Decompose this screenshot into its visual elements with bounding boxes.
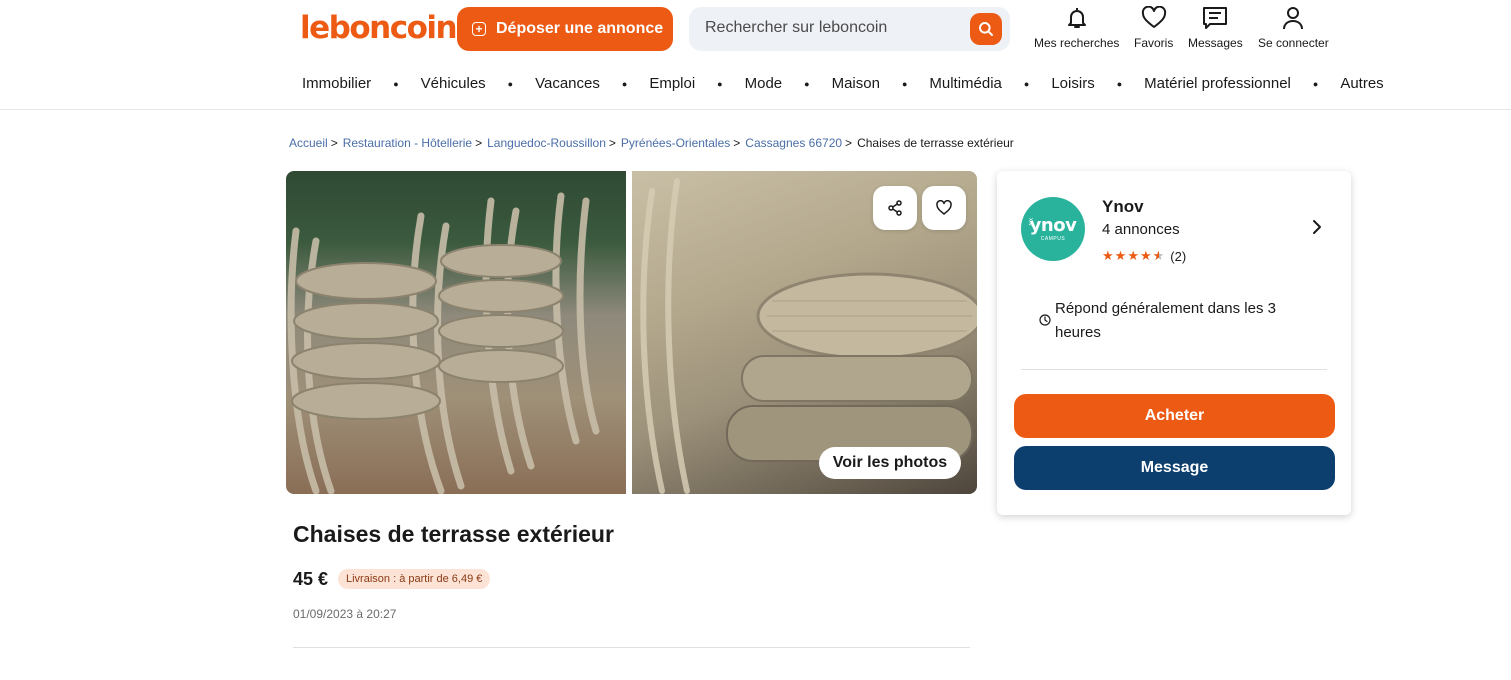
breadcrumb-separator: > [733,136,741,150]
breadcrumb-item[interactable]: Pyrénées-Orientales [621,136,730,150]
leboncoin-logo[interactable]: leboncoin [300,10,458,46]
nav-separator: ● [804,78,810,89]
listing-price: 45 € [293,569,329,589]
nav-separator: ● [507,78,514,89]
plus-icon: + [472,22,486,36]
half-star-icon: ★ [1152,248,1165,263]
favorites-button[interactable]: Favoris [1134,6,1173,50]
avatar-top-text: AIX [1029,217,1036,227]
breadcrumb-item[interactable]: Languedoc-Roussillon [487,136,606,150]
breadcrumb: Accueil > Restauration - Hôtellerie > Lang… [289,136,1014,150]
nav-item-mode[interactable]: Mode [745,75,783,92]
star-icon: ★ [1102,248,1114,263]
nav-item-loisirs[interactable]: Loisirs [1051,75,1094,92]
share-button[interactable] [873,186,917,230]
favorites-label: Favoris [1134,36,1174,50]
search-button[interactable] [970,13,1002,45]
nav-item-multimedia[interactable]: Multimédia [929,75,1002,92]
seller-name[interactable]: Ynov [1102,197,1144,217]
seller-ad-count: 4 annonces [1102,221,1180,238]
star-icon: ★ [1114,248,1127,263]
nav-separator: ● [901,78,908,89]
rating-count: (2) [1170,248,1187,264]
nav-separator: ● [1116,78,1123,89]
search-bar [689,7,1010,51]
deposit-ad-button[interactable]: + Déposer une annonce [457,7,673,51]
response-time-text: Répond généralement dans les 3 heures [1055,300,1276,341]
nav-separator: ● [621,78,628,89]
heart-icon [936,200,952,215]
breadcrumb-separator: > [475,136,483,150]
delivery-badge: Livraison : à partir de 6,49 € [338,569,491,589]
breadcrumb-item[interactable]: Accueil [289,136,328,150]
message-button[interactable]: Message [1014,446,1335,490]
nav-item-immobilier[interactable]: Immobilier [302,75,371,92]
user-icon [1283,7,1304,30]
breadcrumb-item[interactable]: Cassagnes 66720 [745,136,842,150]
search-icon [979,22,993,36]
stacked-chairs-photo [287,192,600,494]
star-icon: ★ [1127,248,1139,263]
nav-item-vehicules[interactable]: Véhicules [421,75,486,92]
saved-searches-button[interactable]: Mes recherches [1034,6,1119,50]
heart-icon [1141,6,1166,28]
nav-separator: ● [717,78,723,89]
listing-title: Chaises de terrasse extérieur [293,521,614,547]
nav-item-emploi[interactable]: Emploi [649,75,695,92]
clock-icon [1039,314,1051,326]
header: leboncoin + Déposer une annonce Mes rech… [0,0,1511,110]
nav-item-vacances[interactable]: Vacances [535,75,600,92]
listing-photo-main[interactable] [286,171,626,494]
nav-item-materiel-professionnel[interactable]: Matériel professionnel [1144,75,1291,92]
buy-button[interactable]: Acheter [1014,394,1335,438]
login-label: Se connecter [1258,36,1329,50]
nav-separator: ● [1312,78,1319,89]
messages-button[interactable]: Messages [1188,6,1243,50]
favorite-button[interactable] [922,186,966,230]
saved-searches-label: Mes recherches [1034,36,1120,50]
bell-icon [1067,8,1086,28]
breadcrumb-separator: > [330,136,338,150]
search-input[interactable] [705,19,965,37]
star-icon: ★ [1139,248,1152,263]
avatar-main-text: ynov [1029,214,1077,236]
nav-separator: ● [393,78,399,89]
breadcrumb-current: Chaises de terrasse extérieur [857,136,1014,150]
messages-label: Messages [1188,36,1243,50]
category-nav: Immobilier ● Véhicules ● Vacances ● Emploi ●… [302,75,1384,92]
deposit-ad-label: Déposer une annonce [496,20,664,37]
nav-item-maison[interactable]: Maison [832,75,880,92]
nav-item-autres[interactable]: Autres [1340,75,1383,92]
message-icon [1203,7,1228,29]
view-photos-button[interactable]: Voir les photos [819,447,961,479]
seller-avatar[interactable]: AIX ynov CAMPUS [1021,197,1085,261]
share-icon [888,200,902,216]
login-button[interactable]: Se connecter [1258,6,1329,50]
card-divider [1021,369,1327,370]
avatar-sub-text: CAMPUS [1040,235,1066,242]
chevron-right-icon[interactable] [1311,219,1323,235]
content-divider [293,647,970,648]
breadcrumb-separator: > [608,136,616,150]
breadcrumb-item[interactable]: Restauration - Hôtellerie [343,136,472,150]
seller-rating: ★ ★ ★ ★ ★ (2) [1102,248,1186,264]
nav-separator: ● [1023,78,1030,89]
breadcrumb-separator: > [845,136,853,150]
response-time: Répond généralement dans les 3 heures [1039,297,1309,345]
listing-date: 01/09/2023 à 20:27 [293,607,397,621]
seller-card: AIX ynov CAMPUS Ynov 4 annonces ★ ★ ★ ★ … [997,171,1351,515]
